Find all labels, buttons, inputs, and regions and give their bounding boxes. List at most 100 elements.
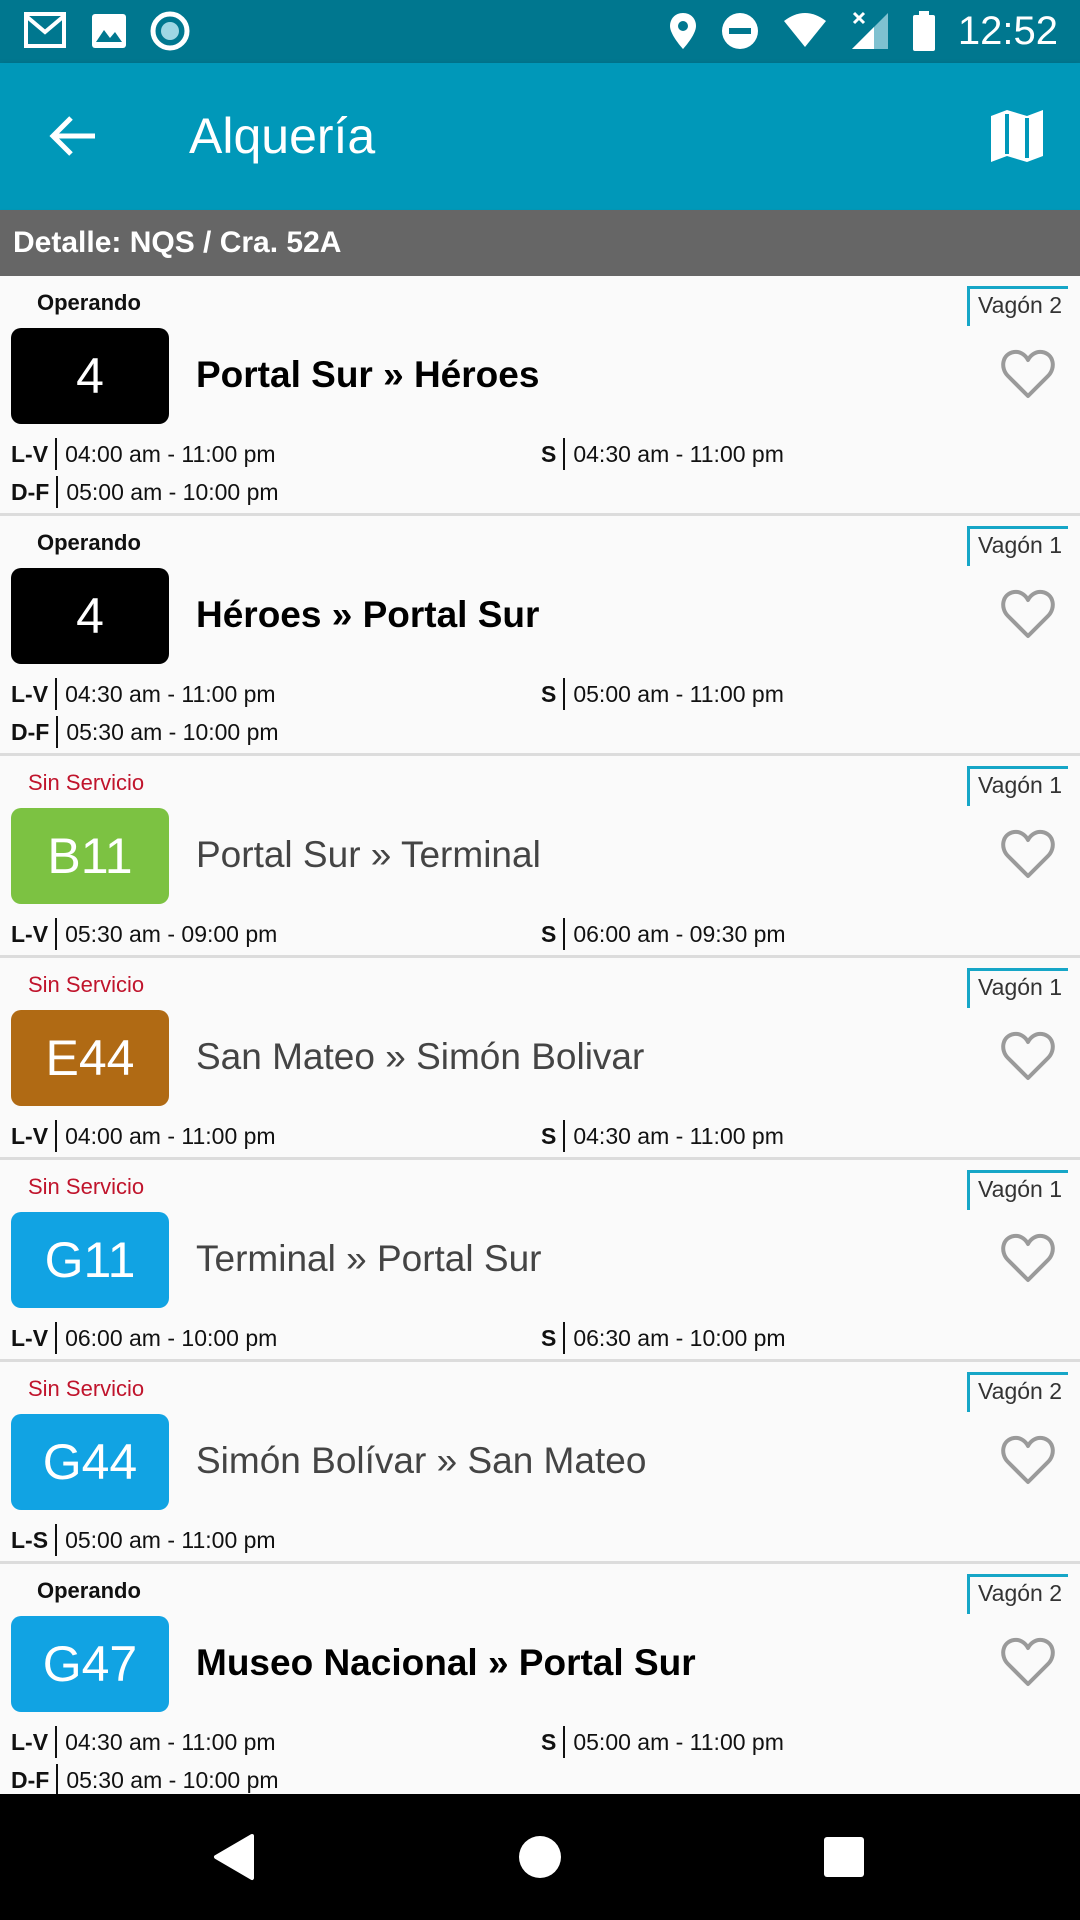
- vagon-tag: Vagón 1: [967, 526, 1068, 566]
- favorite-button[interactable]: [1000, 828, 1056, 880]
- schedule-days: S: [541, 1728, 557, 1755]
- wifi-icon: [783, 13, 826, 47]
- schedule-time: 05:00 am - 11:00 pm: [65, 1526, 276, 1553]
- schedule-days: L-V: [11, 440, 49, 467]
- vagon-tag: Vagón 2: [967, 1574, 1068, 1614]
- favorite-button[interactable]: [1000, 1636, 1056, 1688]
- schedule-cell: D-F 05:30 am - 10:00 pm: [11, 716, 279, 748]
- route-card[interactable]: Sin Servicio Vagón 2 G44 Simón Bolívar » Sa…: [0, 1362, 1080, 1564]
- heart-icon: [1001, 589, 1055, 638]
- schedule-days: L-V: [11, 920, 49, 947]
- schedule-days: L-V: [11, 1728, 49, 1755]
- schedule-time: 06:00 am - 09:30 pm: [573, 920, 786, 947]
- schedule-row: D-F 05:30 am - 10:00 pm: [11, 1764, 1071, 1794]
- page-title: Alquería: [189, 108, 376, 164]
- route-name: San Mateo » Simón Bolivar: [196, 1036, 645, 1077]
- battery-icon: [912, 11, 935, 51]
- schedule-row: L-V 05:30 am - 09:00 pm S 06:00 am - 09:30 …: [11, 918, 1071, 950]
- navigation-bar: [0, 1794, 1080, 1920]
- route-code-badge: G11: [11, 1212, 169, 1308]
- schedule-row: L-S 05:00 am - 11:00 pm: [11, 1524, 1071, 1556]
- schedule-days: L-V: [11, 1324, 49, 1351]
- schedule-cell: L-V 04:30 am - 11:00 pm: [11, 678, 276, 710]
- route-card[interactable]: Operando Vagón 2 G47 Museo Nacional » Porta…: [0, 1564, 1080, 1794]
- schedule-row: L-V 04:00 am - 11:00 pm S 04:30 am - 11:00 …: [11, 1120, 1071, 1152]
- station-detail-header: Detalle: NQS / Cra. 52A: [0, 210, 1080, 276]
- schedule-divider: [563, 918, 566, 950]
- vagon-tag: Vagón 1: [967, 766, 1068, 806]
- schedule-days: D-F: [11, 478, 50, 505]
- station-detail-text: Detalle: NQS / Cra. 52A: [13, 226, 342, 259]
- schedule-time: 05:00 am - 10:00 pm: [66, 478, 279, 505]
- schedule-divider: [56, 476, 59, 508]
- route-code-badge: 4: [11, 328, 169, 424]
- route-card[interactable]: Operando Vagón 2 4 Portal Sur » Héroes L-V 04…: [0, 276, 1080, 516]
- schedule-divider: [55, 438, 58, 470]
- schedule-days: S: [541, 680, 557, 707]
- record-icon: [150, 11, 190, 51]
- schedule-divider: [55, 1120, 58, 1152]
- schedule-divider: [55, 1322, 58, 1354]
- schedule-divider: [563, 1726, 566, 1758]
- schedule-divider: [55, 678, 58, 710]
- schedule-days: S: [541, 1122, 557, 1149]
- schedule-time: 04:00 am - 11:00 pm: [65, 440, 276, 467]
- favorite-button[interactable]: [1000, 1232, 1056, 1284]
- route-status: Sin Servicio: [28, 1174, 145, 1199]
- route-code-badge: B11: [11, 808, 169, 904]
- back-button[interactable]: [40, 103, 106, 169]
- route-status: Operando: [37, 1578, 141, 1603]
- home-circle-icon: [519, 1836, 561, 1878]
- location-icon: [669, 13, 696, 49]
- schedule-divider: [55, 1524, 58, 1556]
- schedule-time: 06:00 am - 10:00 pm: [65, 1324, 278, 1351]
- image-icon: [92, 14, 126, 48]
- favorite-button[interactable]: [1000, 348, 1056, 400]
- schedule-cell: L-V 04:30 am - 11:00 pm: [11, 1726, 276, 1758]
- schedule-time: 05:30 am - 10:00 pm: [66, 718, 279, 745]
- favorite-button[interactable]: [1000, 588, 1056, 640]
- schedule-days: L-V: [11, 680, 49, 707]
- route-status: Operando: [37, 530, 141, 555]
- route-status: Sin Servicio: [28, 1376, 145, 1401]
- schedule-cell: S 05:00 am - 11:00 pm: [541, 1726, 784, 1758]
- schedule-time: 04:30 am - 11:00 pm: [573, 1122, 784, 1149]
- clock: 12:52: [957, 8, 1058, 53]
- schedule-row: L-V 04:30 am - 11:00 pm S 05:00 am - 11:00 …: [11, 678, 1071, 710]
- route-card[interactable]: Operando Vagón 1 4 Héroes » Portal Sur L-V 04…: [0, 516, 1080, 756]
- route-list[interactable]: Operando Vagón 2 4 Portal Sur » Héroes L-V 04…: [0, 276, 1080, 1794]
- schedule-cell: L-V 04:00 am - 11:00 pm: [11, 1120, 276, 1152]
- schedule-time: 04:30 am - 11:00 pm: [65, 1728, 276, 1755]
- route-code-badge: G44: [11, 1414, 169, 1510]
- schedule-days: L-V: [11, 1122, 49, 1149]
- heart-icon: [1001, 1233, 1055, 1282]
- schedule-cell: S 06:00 am - 09:30 pm: [541, 918, 786, 950]
- schedule-time: 05:00 am - 11:00 pm: [573, 680, 784, 707]
- schedule-days: D-F: [11, 718, 50, 745]
- map-button[interactable]: [984, 103, 1050, 169]
- schedule-divider: [55, 1726, 58, 1758]
- favorite-button[interactable]: [1000, 1030, 1056, 1082]
- signal-icon: [851, 11, 888, 49]
- route-name: Simón Bolívar » San Mateo: [196, 1440, 647, 1481]
- schedule-cell: L-S 05:00 am - 11:00 pm: [11, 1524, 276, 1556]
- do-not-disturb-icon: [721, 13, 758, 49]
- favorite-button[interactable]: [1000, 1434, 1056, 1486]
- heart-icon: [1001, 829, 1055, 878]
- schedule-cell: S 06:30 am - 10:00 pm: [541, 1322, 786, 1354]
- back-triangle-icon: [214, 1834, 254, 1880]
- schedule-divider: [563, 1322, 566, 1354]
- nav-back-button[interactable]: [206, 1829, 262, 1885]
- route-status: Sin Servicio: [28, 770, 145, 795]
- route-card[interactable]: Sin Servicio Vagón 1 B11 Portal Sur » Termi…: [0, 756, 1080, 958]
- schedule-cell: L-V 05:30 am - 09:00 pm: [11, 918, 277, 950]
- route-status: Operando: [37, 290, 141, 315]
- schedule-divider: [563, 438, 566, 470]
- route-card[interactable]: Sin Servicio Vagón 1 G11 Terminal » Portal …: [0, 1160, 1080, 1362]
- nav-home-button[interactable]: [512, 1829, 568, 1885]
- route-card[interactable]: Sin Servicio Vagón 1 E44 San Mateo » Simón …: [0, 958, 1080, 1160]
- nav-recents-button[interactable]: [816, 1829, 872, 1885]
- schedule-divider: [563, 1120, 566, 1152]
- schedule-divider: [563, 678, 566, 710]
- schedule-divider: [56, 716, 59, 748]
